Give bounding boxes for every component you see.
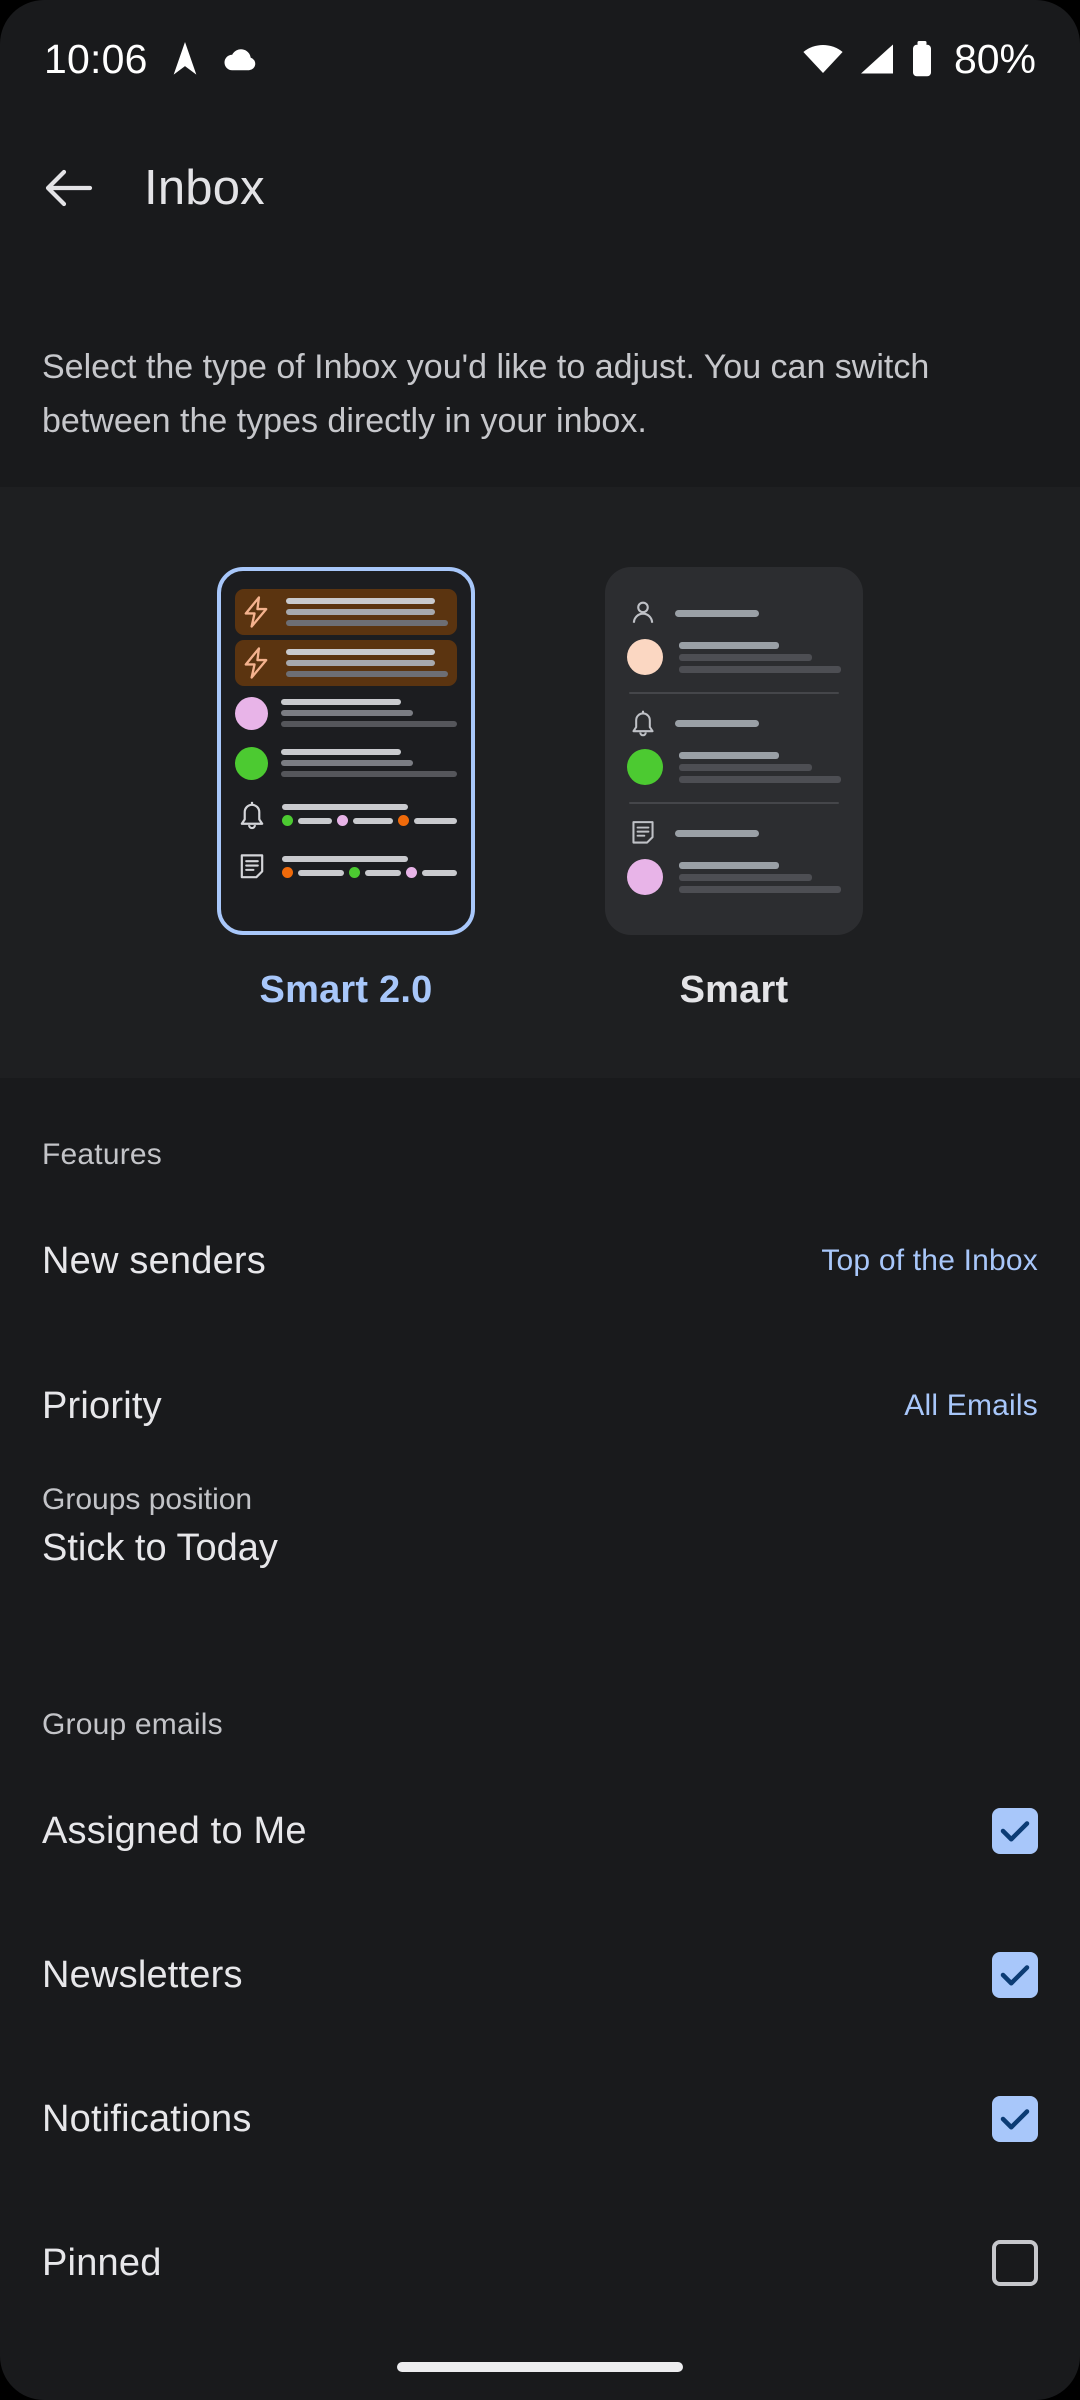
setting-row-notifications[interactable]: Notifications xyxy=(0,2071,1080,2167)
settings-list: Features New senders Top of the Inbox Pr… xyxy=(0,1078,1080,2400)
preview-row-highlight xyxy=(235,640,457,686)
preview-text-lines xyxy=(286,649,448,677)
description-text: Select the type of Inbox you'd like to a… xyxy=(42,348,930,440)
preview-group xyxy=(627,593,841,681)
app-bar: Inbox xyxy=(0,118,1080,258)
setting-value: All Emails xyxy=(904,1389,1038,1422)
category-dot xyxy=(349,867,360,878)
avatar xyxy=(627,639,663,675)
phone-screen: 10:06 80% Inbox Select the type of Inbox… xyxy=(0,0,1080,2400)
setting-row-newsletters[interactable]: Newsletters xyxy=(0,1927,1080,2023)
setting-label: Assigned to Me xyxy=(42,1809,307,1852)
section-header-group-emails: Group emails xyxy=(42,1708,223,1741)
preview-text-lines xyxy=(282,856,457,878)
setting-row-assigned-to-me[interactable]: Assigned to Me xyxy=(0,1783,1080,1879)
checkbox-assigned-to-me[interactable] xyxy=(992,1808,1038,1854)
category-dot xyxy=(282,815,293,826)
setting-label: Groups position xyxy=(42,1483,253,1516)
navigation-icon xyxy=(168,40,202,78)
check-icon xyxy=(1000,2109,1030,2130)
document-icon xyxy=(235,851,269,883)
preview-text-lines xyxy=(282,804,457,826)
inbox-type-option-smart-2[interactable]: Smart 2.0 xyxy=(217,567,475,1012)
preview-text-lines xyxy=(286,598,448,626)
preview-row-highlight xyxy=(235,589,457,635)
preview-group-header xyxy=(627,595,841,631)
setting-value: Top of the Inbox xyxy=(821,1244,1038,1277)
preview-row-avatar xyxy=(235,741,457,785)
status-bar-right: 80% xyxy=(802,36,1036,83)
inbox-type-label-smart-2: Smart 2.0 xyxy=(259,969,433,1011)
bell-icon xyxy=(627,708,659,738)
cellular-signal-icon xyxy=(858,43,896,75)
preview-group-header xyxy=(627,815,841,851)
preview-text-lines xyxy=(281,749,457,777)
setting-value: Stick to Today xyxy=(42,1527,278,1569)
checkbox-newsletters[interactable] xyxy=(992,1952,1038,1998)
setting-row-pinned[interactable]: Pinned xyxy=(0,2215,1080,2311)
preview-header-line xyxy=(675,829,759,837)
lightning-bolt-icon xyxy=(239,647,273,679)
preview-row-group xyxy=(235,793,457,837)
category-dot xyxy=(282,867,293,878)
setting-label: Notifications xyxy=(42,2097,252,2140)
preview-group xyxy=(627,813,841,901)
preview-text-lines xyxy=(679,641,841,673)
checkbox-notifications[interactable] xyxy=(992,2096,1038,2142)
checkbox-pinned[interactable] xyxy=(992,2240,1038,2286)
preview-header-line xyxy=(675,609,759,617)
setting-label: Priority xyxy=(42,1384,162,1427)
check-icon xyxy=(1000,1965,1030,1986)
preview-row-group xyxy=(235,845,457,889)
preview-header-line xyxy=(675,719,759,727)
section-header-features: Features xyxy=(42,1138,162,1171)
preview-group-item xyxy=(627,749,841,785)
status-bar: 10:06 80% xyxy=(0,0,1080,118)
status-bar-clock: 10:06 xyxy=(44,35,148,82)
lightning-bolt-icon xyxy=(239,596,273,628)
avatar xyxy=(235,696,268,730)
setting-label: Pinned xyxy=(42,2241,162,2284)
battery-icon xyxy=(910,41,934,77)
category-dot xyxy=(398,815,409,826)
smart-2-preview-card[interactable] xyxy=(217,567,475,935)
category-dot xyxy=(337,815,348,826)
inbox-type-label-smart: Smart xyxy=(679,969,789,1011)
inbox-type-option-smart[interactable]: Smart xyxy=(605,567,863,1012)
avatar xyxy=(627,859,663,895)
person-icon xyxy=(627,599,659,627)
status-bar-left: 10:06 xyxy=(44,36,262,83)
page-title: Inbox xyxy=(144,161,265,215)
preview-group xyxy=(627,703,841,791)
category-dot xyxy=(406,867,417,878)
back-button[interactable] xyxy=(40,160,96,216)
avatar xyxy=(627,749,663,785)
setting-row-new-senders[interactable]: New senders Top of the Inbox xyxy=(0,1213,1080,1309)
home-gesture-bar[interactable] xyxy=(397,2362,683,2372)
setting-row-priority[interactable]: Priority All Emails xyxy=(0,1358,1080,1454)
avatar xyxy=(235,746,268,780)
preview-group-item xyxy=(627,639,841,675)
preview-text-lines xyxy=(679,751,841,783)
preview-group-item xyxy=(627,859,841,895)
setting-row-groups-position[interactable]: Groups position Stick to Today xyxy=(42,1483,1038,1570)
cloud-icon xyxy=(222,45,262,73)
document-icon xyxy=(627,818,659,848)
preview-row-avatar xyxy=(235,691,457,735)
preview-text-lines xyxy=(281,699,457,727)
battery-percentage: 80% xyxy=(953,35,1036,82)
bell-icon xyxy=(235,799,269,831)
setting-label: New senders xyxy=(42,1239,266,1282)
preview-divider xyxy=(629,692,839,694)
preview-group-header xyxy=(627,705,841,741)
preview-text-lines xyxy=(679,861,841,893)
setting-label: Newsletters xyxy=(42,1953,243,1996)
back-arrow-icon xyxy=(45,169,93,207)
preview-divider xyxy=(629,802,839,804)
smart-preview-card[interactable] xyxy=(605,567,863,935)
check-icon xyxy=(1000,1821,1030,1842)
inbox-type-selector: Smart 2.0 Smart xyxy=(0,487,1080,1078)
wifi-icon xyxy=(802,43,844,75)
